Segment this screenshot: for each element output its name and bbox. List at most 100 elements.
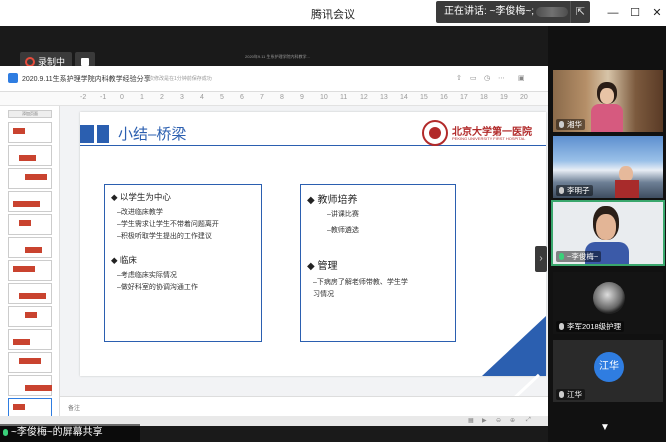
ruler-mark: 11: [340, 94, 348, 101]
more-icon[interactable]: ⋯: [498, 74, 505, 82]
right-item: –教师遴选: [327, 227, 359, 234]
maximize-button[interactable]: ☐: [626, 4, 644, 22]
left-heading-1: ◆ 以学生为中心: [111, 192, 171, 202]
participant-name: 李明子: [556, 185, 593, 196]
ruler-mark: 13: [380, 94, 388, 101]
right-item: 习情况: [313, 291, 334, 298]
left-box: ◆ 以学生为中心 –改进临床教学 –学生需求让学生不带着问题离开 –积极听取学生…: [104, 184, 262, 342]
title-accent-bar: [97, 125, 109, 143]
screen-share-label: ~李俊梅~的屏幕共享: [0, 424, 140, 442]
slide-thumbnail[interactable]: [8, 375, 52, 396]
participant-tile[interactable]: 江华 江华: [553, 340, 663, 402]
shared-screen: 录制中 2020年9.11 生系护理学院内科教学... 2020.9.11生系护…: [0, 26, 548, 442]
slide-thumbnail[interactable]: [8, 122, 52, 143]
mic-icon: [559, 253, 564, 260]
ruler-mark: 8: [280, 94, 284, 101]
notes-placeholder: 备注: [68, 406, 81, 412]
ruler-mark: 1: [140, 94, 144, 101]
slide-thumbnail[interactable]: [8, 329, 52, 350]
left-item: –学生需求让学生不带着问题离开: [117, 221, 219, 228]
left-item: –考虑临床实际情况: [117, 272, 177, 279]
stop-icon: [81, 58, 89, 66]
slide-thumbnail[interactable]: [8, 352, 52, 373]
slide-thumbnail[interactable]: [8, 145, 52, 166]
slide-thumbnail[interactable]: [8, 237, 52, 258]
right-heading-2: ◆ 管理: [307, 261, 338, 272]
more-participants-icon[interactable]: ▼: [600, 422, 610, 433]
app-logo-icon: [8, 73, 18, 83]
right-item: –讲课比赛: [327, 211, 359, 218]
corner-decoration: [482, 316, 546, 376]
screen-share-text: ~李俊梅~的屏幕共享: [11, 427, 103, 438]
ruler-mark: 14: [400, 94, 408, 101]
document-header: 2020.9.11生系护理学院内科教学经验分享 上次修改是在1分钟前保存成功 ⇧…: [0, 66, 548, 92]
minimize-button[interactable]: —: [604, 4, 622, 22]
slide-thumbnail[interactable]: [8, 214, 52, 235]
ruler-mark: 7: [260, 94, 264, 101]
mic-icon: [559, 391, 564, 398]
slide-thumbnail[interactable]: [8, 260, 52, 281]
ruler-mark: 2: [160, 94, 164, 101]
participant-tile[interactable]: 李军2018级护理: [553, 272, 663, 334]
left-heading-2: ◆ 临床: [111, 255, 137, 265]
ruler-mark: 6: [240, 94, 244, 101]
mic-icon: [559, 187, 564, 194]
ruler-mark: 17: [460, 94, 468, 101]
participant-tile[interactable]: 湘华: [553, 70, 663, 132]
slide-thumbnail[interactable]: [8, 283, 52, 304]
toolbar-ruler: -2 -1 0 1 2 3 4 5 6 7 8 9 10 11 12 13 14 15 16 17 18 19 20: [0, 92, 548, 106]
title-divider: [80, 145, 546, 146]
participant-tile[interactable]: 李明子: [553, 136, 663, 198]
ruler-mark: 16: [440, 94, 448, 101]
participants-panel: 湘华 李明子 ~李俊梅~ 李军2018级护理 江华 江华 ▼: [548, 26, 666, 442]
ruler-mark: 18: [480, 94, 488, 101]
left-item: –改进临床教学: [117, 209, 163, 216]
mic-icon: [3, 429, 8, 436]
present-icon[interactable]: ▣: [518, 74, 525, 82]
ruler-mark: 3: [180, 94, 184, 101]
slide-thumbnail[interactable]: [8, 168, 52, 189]
participant-name: ~李俊梅~: [556, 251, 602, 262]
signal-icon: [536, 7, 568, 17]
participant-tile-speaking[interactable]: ~李俊梅~: [551, 200, 665, 266]
hospital-logo-sub: PEKING UNIVERSITY FIRST HOSPITAL: [452, 136, 526, 141]
slide-thumbnail[interactable]: [8, 191, 52, 212]
participant-name: 湘华: [556, 119, 585, 130]
ruler-mark: -2: [80, 94, 87, 101]
right-heading-1: ◆ 教师培养: [307, 195, 358, 206]
ruler-mark: 20: [520, 94, 528, 101]
ruler-mark: 19: [500, 94, 508, 101]
share-icon[interactable]: ⇧: [456, 74, 462, 82]
ruler-mark: 4: [200, 94, 204, 101]
title-bar: 腾讯会议 正在讲话: ~李俊梅~; ⇱ — ☐ ✕: [0, 0, 666, 26]
collapse-panel-button[interactable]: ›: [535, 246, 547, 272]
add-page-button[interactable]: 添加页面: [8, 110, 52, 118]
notes-area[interactable]: 备注: [60, 396, 548, 416]
zoom-out-icon[interactable]: ⊖: [496, 417, 501, 424]
zoom-in-icon[interactable]: ⊕: [510, 417, 515, 424]
play-icon[interactable]: ▶: [482, 417, 487, 424]
hospital-seal-icon: [422, 120, 448, 146]
fit-icon[interactable]: ⤢: [526, 417, 531, 424]
pin-icon[interactable]: ⇱: [570, 1, 590, 23]
ruler-mark: 12: [360, 94, 368, 101]
left-item: –做好科室的协调沟通工作: [117, 284, 198, 291]
ruler-mark: 9: [300, 94, 304, 101]
comment-icon[interactable]: ▭: [470, 74, 477, 82]
close-button[interactable]: ✕: [648, 4, 666, 22]
ruler-mark: 0: [120, 94, 124, 101]
slide-title: 小结–桥梁: [118, 126, 187, 143]
mic-icon: [559, 121, 564, 128]
history-icon[interactable]: ◷: [484, 74, 490, 82]
ruler-mark: 5: [220, 94, 224, 101]
slide-thumbnails: 添加页面: [0, 106, 60, 426]
avatar: 江华: [594, 352, 624, 382]
mic-icon: [559, 323, 564, 330]
save-status: 上次修改是在1分钟前保存成功: [144, 76, 212, 82]
grid-icon[interactable]: ▦: [468, 417, 474, 424]
right-box: ◆ 教师培养 –讲课比赛 –教师遴选 ◆ 管理 –下病房了解老师带教、学生学 习…: [300, 184, 456, 342]
document-title: 2020.9.11生系护理学院内科教学经验分享: [22, 76, 151, 83]
slide-thumbnail[interactable]: [8, 306, 52, 327]
left-item: –积极听取学生提出的工作建议: [117, 233, 212, 240]
slide: 小结–桥梁 北京大学第一医院 PEKING UNIVERSITY FIRST H…: [80, 112, 546, 424]
